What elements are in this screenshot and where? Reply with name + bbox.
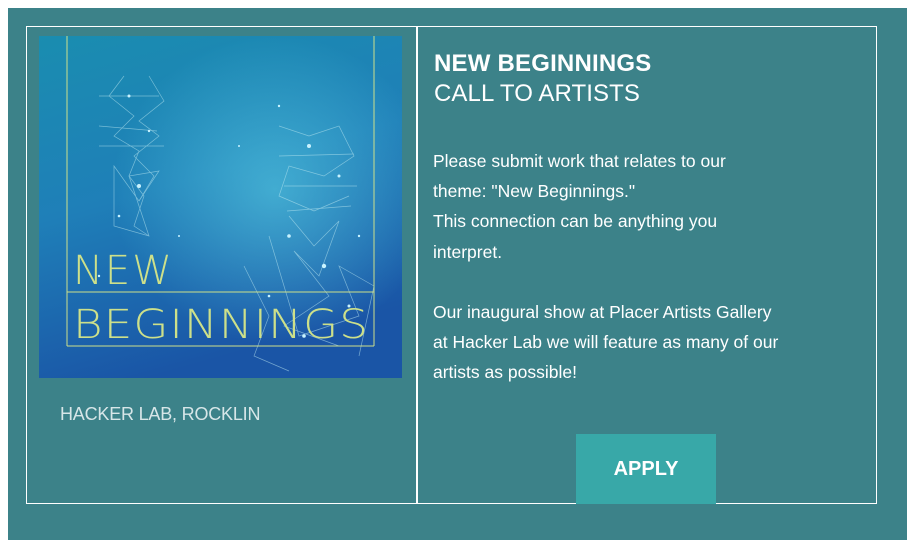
column-divider <box>416 26 418 504</box>
description-line: theme: "New Beginnings." <box>433 181 636 202</box>
description-line: at Hacker Lab we will feature as many of… <box>433 332 779 353</box>
page-subtitle: CALL TO ARTISTS <box>434 80 641 107</box>
description-line: artists as possible! <box>433 362 577 383</box>
poster-word-new: NEW <box>73 248 174 294</box>
description-line: Please submit work that relates to our <box>433 151 726 171</box>
page-title: NEW BEGINNINGS <box>434 50 652 77</box>
description-line: interpret. <box>433 241 503 262</box>
description-line: This connection can be anything you <box>433 211 718 232</box>
event-location: HACKER LAB, ROCKLIN <box>60 404 261 424</box>
apply-button[interactable]: APPLY <box>576 434 716 504</box>
description-line: Our inaugural show at Placer Artists Gal… <box>433 301 772 322</box>
poster-word-beginnings: BEGINNINGS <box>73 302 369 348</box>
description: Please submit work that relates to our t… <box>433 146 863 387</box>
event-poster-image: NEW BEGINNINGS <box>39 36 402 378</box>
